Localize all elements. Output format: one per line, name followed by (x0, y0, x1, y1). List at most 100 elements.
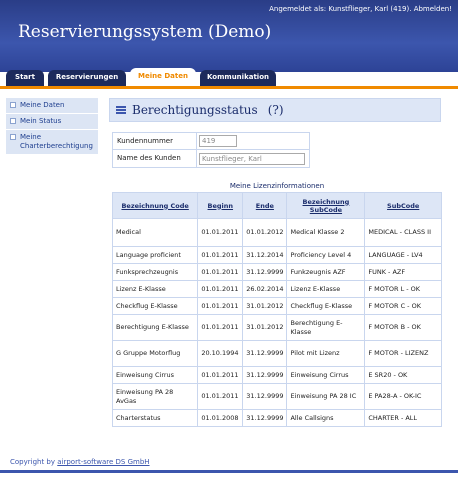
customer-number-field[interactable] (199, 135, 237, 147)
tab-kommunikation[interactable]: Kommunikation (200, 70, 276, 86)
license-table: Bezeichnung Code Beginn Ende Bezeichnung… (111, 192, 442, 427)
table-row: Einweisung Cirrus 01.01.2011 31.12.9999 … (111, 366, 442, 384)
table-row: G Gruppe Motorflug 20.10.1994 31.12.9999… (111, 340, 442, 367)
table-cell: Medical Klasse 2 (286, 218, 366, 247)
table-cell: Proficiency Level 4 (286, 246, 366, 264)
table-cell: LANGUAGE - LV4 (364, 246, 442, 264)
table-cell: 31.12.2014 (242, 246, 288, 264)
table-cell: Language proficient (111, 246, 199, 264)
tab-reservierungen[interactable]: Reservierungen (48, 70, 126, 86)
table-cell: 01.01.2011 (197, 297, 244, 315)
table-cell: CHARTER - ALL (364, 409, 442, 427)
company-link[interactable]: airport-software DS GmbH (57, 458, 149, 466)
bottom-border (0, 470, 458, 473)
menu-icon (116, 106, 126, 114)
table-cell: F MOTOR C - OK (364, 297, 442, 315)
logout-link[interactable]: Abmelden! (414, 5, 452, 13)
column-header-beginn[interactable]: Beginn (197, 192, 244, 219)
table-cell: 01.01.2012 (242, 218, 288, 247)
table-cell: Pilot mit Lizenz (286, 340, 366, 367)
table-cell: Charterstatus (111, 409, 199, 427)
table-cell: Funksprechzeugnis (111, 263, 199, 281)
help-link[interactable]: (?) (268, 103, 284, 117)
table-cell: Einweisung PA 28 IC (286, 383, 366, 410)
table-cell: 31.12.9999 (242, 383, 288, 410)
table-cell: Checkflug E-Klasse (111, 297, 199, 315)
table-cell: Berechtigung E-Klasse (111, 314, 199, 341)
table-cell: Berechtigung E-Klasse (286, 314, 366, 341)
column-header-bezeichnung-subcode[interactable]: Bezeichnung SubCode (286, 192, 366, 219)
table-cell: 01.01.2011 (197, 366, 244, 384)
table-cell: E SR20 - OK (364, 366, 442, 384)
customer-name-label: Name des Kunden (113, 150, 197, 167)
tab-underline (0, 86, 458, 89)
license-table-header: Bezeichnung Code Beginn Ende Bezeichnung… (111, 192, 442, 219)
table-cell: 31.01.2012 (242, 314, 288, 341)
license-table-caption: Meine Lizenzinformationen (229, 182, 325, 190)
table-row: Funksprechzeugnis 01.01.2011 31.12.9999 … (111, 263, 442, 281)
sidebar-item-meine-daten[interactable]: Meine Daten (6, 98, 98, 114)
app-title: Reservierungssystem (Demo) (18, 22, 272, 42)
table-cell: Medical (111, 218, 199, 247)
login-text: Angemeldet als: Kunstflieger, Karl (419)… (269, 5, 412, 13)
tab-start[interactable]: Start (6, 70, 44, 86)
bullet-icon (10, 118, 16, 124)
table-row: Checkflug E-Klasse 01.01.2011 31.01.2012… (111, 297, 442, 315)
table-row: Einweisung PA 28 AvGas 01.01.2011 31.12.… (111, 383, 442, 410)
page-title: Berechtigungsstatus (132, 103, 258, 117)
sidebar: Meine Daten Mein Status Meine Charterber… (6, 98, 98, 155)
login-status: Angemeldet als: Kunstflieger, Karl (419)… (269, 5, 452, 13)
table-row: Charterstatus 01.01.2008 31.12.9999 Alle… (111, 409, 442, 427)
table-cell: Einweisung Cirrus (111, 366, 199, 384)
table-cell: MEDICAL - CLASS II (364, 218, 442, 247)
table-cell: G Gruppe Motorflug (111, 340, 199, 367)
table-cell: F MOTOR B - OK (364, 314, 442, 341)
page-heading: Berechtigungsstatus (?) (109, 98, 441, 122)
table-cell: Lizenz E-Klasse (111, 280, 199, 298)
table-cell: 01.01.2008 (197, 409, 244, 427)
table-cell: Funkzeugnis AZF (286, 263, 366, 281)
table-cell: 01.01.2011 (197, 263, 244, 281)
sidebar-item-label: Meine Daten (20, 101, 65, 109)
table-cell: Lizenz E-Klasse (286, 280, 366, 298)
table-cell: 26.02.2014 (242, 280, 288, 298)
header-banner: Angemeldet als: Kunstflieger, Karl (419)… (0, 0, 458, 72)
table-cell: F MOTOR L - OK (364, 280, 442, 298)
table-row: Language proficient 01.01.2011 31.12.201… (111, 246, 442, 264)
table-cell: 01.01.2011 (197, 280, 244, 298)
column-header-ende[interactable]: Ende (242, 192, 288, 219)
table-cell: 31.12.9999 (242, 366, 288, 384)
customer-info-box: Kundennummer Name des Kunden (112, 132, 310, 168)
customer-name-field[interactable] (199, 152, 305, 165)
main-tabs: Start Reservierungen Meine Daten Kommuni… (0, 66, 458, 86)
table-row: Medical 01.01.2011 01.01.2012 Medical Kl… (111, 218, 442, 247)
column-header-subcode[interactable]: SubCode (364, 192, 442, 219)
table-cell: FUNK - AZF (364, 263, 442, 281)
table-cell: Einweisung PA 28 AvGas (111, 383, 199, 410)
customer-name-row: Name des Kunden (113, 150, 309, 167)
table-cell: 01.01.2011 (197, 383, 244, 410)
table-cell: 01.01.2011 (197, 218, 244, 247)
customer-number-label: Kundennummer (113, 133, 197, 149)
table-cell: E PA28-A - OK-IC (364, 383, 442, 410)
table-cell: 31.01.2012 (242, 297, 288, 315)
copyright-text: Copyright by (10, 458, 56, 466)
column-header-bezeichnung-code[interactable]: Bezeichnung Code (111, 192, 199, 219)
table-row: Lizenz E-Klasse 01.01.2011 26.02.2014 Li… (111, 280, 442, 298)
table-cell: 01.01.2011 (197, 246, 244, 264)
sidebar-item-label: Meine Charterberechtigung (20, 133, 93, 150)
table-cell: 31.12.9999 (242, 340, 288, 367)
table-cell: 01.01.2011 (197, 314, 244, 341)
tab-meine-daten[interactable]: Meine Daten (130, 68, 196, 86)
table-cell: Alle Callsigns (286, 409, 366, 427)
bullet-icon (10, 102, 16, 108)
customer-number-row: Kundennummer (113, 133, 309, 150)
table-cell: Einweisung Cirrus (286, 366, 366, 384)
table-cell: 20.10.1994 (197, 340, 244, 367)
table-cell: 31.12.9999 (242, 409, 288, 427)
bullet-icon (10, 134, 16, 140)
sidebar-item-charterberechtigung[interactable]: Meine Charterberechtigung (6, 130, 98, 155)
table-cell: 31.12.9999 (242, 263, 288, 281)
sidebar-item-mein-status[interactable]: Mein Status (6, 114, 98, 130)
sidebar-item-label: Mein Status (20, 117, 62, 125)
